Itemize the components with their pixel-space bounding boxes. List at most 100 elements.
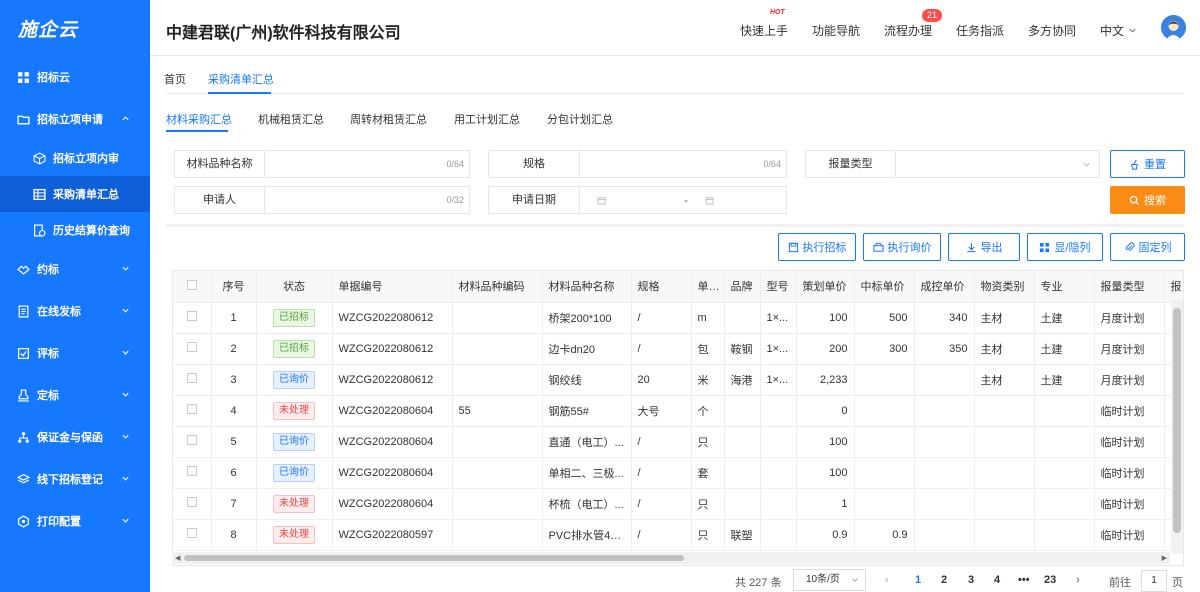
sidebar-item-award[interactable]: 定标 — [0, 374, 150, 416]
table-row[interactable]: 8 未处理 WZCG2022080597 PVC排水管45... / 只联塑 0.9 0.9 临… — [173, 519, 1183, 551]
page-size-select[interactable]: 10条/页 — [793, 569, 866, 591]
table-row[interactable]: 5 已询价 WZCG2022080604 直通（电工）... / 只 100 临时计划 — [173, 426, 1183, 458]
report-type-select[interactable]: 报量类型 — [805, 150, 1100, 178]
sidebar-item-zhaobiaoyun[interactable]: 招标云 — [0, 56, 150, 98]
row-checkbox[interactable] — [173, 333, 212, 365]
sidebar-item-offline-register[interactable]: 线下招标登记 — [0, 458, 150, 500]
horizontal-scrollbar[interactable]: ◀ ▶ — [172, 552, 1170, 564]
cell-brand: 海港 — [724, 364, 761, 396]
cell-model — [760, 395, 797, 427]
scroll-thumb[interactable] — [184, 555, 684, 561]
applicant-field[interactable]: 申请人 0/32 — [174, 186, 470, 214]
sidebar-item-purchase-summary[interactable]: 采购清单汇总 — [0, 176, 150, 212]
logo[interactable]: 施企云 — [0, 0, 150, 56]
sidebar-item-yuebiao[interactable]: 约标 — [0, 248, 150, 290]
table-row[interactable]: 7 未处理 WZCG2022080604 杯梳（电工）... / 只 1 临时计划 — [173, 488, 1183, 520]
cell-unit: 只 — [691, 519, 725, 551]
apply-date-range[interactable]: 申请日期 - — [488, 186, 787, 214]
logo-text: 施企云 — [18, 19, 79, 41]
cell-bid — [854, 426, 915, 458]
cell-plan: 1 — [796, 488, 855, 520]
sidebar-item-tender-review[interactable]: 招标立项内审 — [0, 140, 150, 176]
sidebar-item-evaluation[interactable]: 评标 — [0, 332, 150, 374]
page-3[interactable]: 3 — [968, 574, 974, 586]
sidebar-item-tender-apply[interactable]: 招标立项申请 — [0, 98, 150, 140]
prev-page-icon[interactable]: ‹ — [885, 574, 889, 586]
nav-quick-start[interactable]: 快速上手 HOT — [740, 9, 788, 39]
paperclip-icon — [1125, 241, 1135, 251]
nav-task-assign[interactable]: 任务指派 — [956, 22, 1004, 39]
tab-turnover-rental[interactable]: 周转材租赁汇总 — [350, 111, 427, 127]
cell-code: WZCG2022080612 — [332, 333, 453, 365]
tab-subcontract-plan[interactable]: 分包计划汇总 — [547, 111, 613, 127]
calendar-icon — [705, 197, 714, 205]
cell-cost — [914, 364, 975, 396]
sidebar-item-label: 在线发标 — [37, 306, 81, 318]
cell-cost: 340 — [914, 302, 975, 334]
goto-page-input[interactable]: 1 — [1141, 570, 1167, 592]
export-button[interactable]: 导出 — [948, 233, 1020, 261]
scroll-right-icon[interactable]: ▶ — [1162, 554, 1167, 562]
tab-labor-plan[interactable]: 用工计划汇总 — [454, 111, 520, 127]
status-cell: 未处理 — [256, 488, 333, 520]
breadcrumb-current[interactable]: 采购清单汇总 — [208, 71, 274, 87]
language-select[interactable]: 中文 — [1100, 22, 1124, 39]
row-checkbox[interactable] — [173, 457, 212, 489]
table-row[interactable]: 1 已招标 WZCG2022080612 桥架200*100/m 1×... 100 500… — [173, 302, 1183, 334]
cell-model — [760, 488, 797, 520]
cell-major: 土建 — [1034, 302, 1095, 334]
sidebar-item-deposit[interactable]: 保证金与保函 — [0, 416, 150, 458]
scroll-thumb[interactable] — [1173, 308, 1181, 533]
chevron-down-icon — [122, 350, 129, 355]
row-checkbox[interactable] — [173, 519, 212, 551]
select-all-checkbox[interactable] — [173, 271, 212, 303]
search-button[interactable]: 搜索 — [1110, 186, 1185, 214]
cell-unit: 只 — [691, 488, 725, 520]
vertical-scrollbar[interactable] — [1171, 300, 1183, 554]
table-row[interactable]: 6 已询价 WZCG2022080604 单相二、三极... / 套 100 临时计划 — [173, 457, 1183, 489]
scroll-left-icon[interactable]: ◀ — [175, 554, 180, 562]
page-2[interactable]: 2 — [941, 574, 947, 586]
tab-machine-rental[interactable]: 机械租赁汇总 — [258, 111, 324, 127]
cell-major — [1034, 426, 1095, 458]
avatar[interactable] — [1161, 15, 1186, 40]
cell-unit: 只 — [691, 426, 725, 458]
reset-button[interactable]: 重置 — [1110, 150, 1185, 178]
sidebar-item-print-config[interactable]: 打印配置 — [0, 500, 150, 542]
grid-icon — [16, 70, 30, 84]
nav-collaboration[interactable]: 多方协同 — [1028, 22, 1076, 39]
row-checkbox[interactable] — [173, 395, 212, 427]
page-4[interactable]: 4 — [994, 574, 1000, 586]
table-row[interactable]: 3 已询价 WZCG2022080612 钢绞线 20 米海港 1×... 2,233 主材 土建… — [173, 364, 1183, 396]
sidebar-item-online-release[interactable]: 在线发标 — [0, 290, 150, 332]
tab-material-purchase[interactable]: 材料采购汇总 — [166, 111, 232, 127]
nav-function-guide[interactable]: 功能导航 — [812, 22, 860, 39]
row-checkbox[interactable] — [173, 364, 212, 396]
cell-bid: 300 — [854, 333, 915, 365]
row-checkbox[interactable] — [173, 488, 212, 520]
status-badge: 未处理 — [273, 401, 315, 420]
execute-tender-button[interactable]: 执行招标 — [778, 233, 856, 261]
row-checkbox[interactable] — [173, 302, 212, 334]
row-checkbox[interactable] — [173, 426, 212, 458]
spec-field[interactable]: 规格 0/64 — [488, 150, 787, 178]
page-last[interactable]: 23 — [1044, 574, 1056, 586]
execute-inquiry-button[interactable]: 执行询价 — [863, 233, 941, 261]
cell-unit: 米 — [691, 364, 725, 396]
chevron-down-icon[interactable] — [1128, 26, 1137, 35]
nav-process[interactable]: 流程办理 21 — [884, 9, 943, 39]
table-row[interactable]: 2 已招标 WZCG2022080612 边卡dn20/包鞍钢 1×... 200 300 3… — [173, 333, 1183, 365]
sidebar-item-history-price[interactable]: 历史结算价查询 — [0, 212, 150, 248]
material-name-field[interactable]: 材料品种名称 0/64 — [174, 150, 470, 178]
cell-bid — [854, 395, 915, 427]
toggle-columns-button[interactable]: 显/隐列 — [1027, 233, 1103, 261]
cell-spec: 20 — [631, 364, 692, 396]
column-header: 策划单价 — [796, 271, 855, 303]
field-label: 申请人 — [175, 187, 265, 213]
table-row[interactable]: 4 未处理 WZCG2022080604 55 钢筋55# 大号个 0 临时计划 — [173, 395, 1183, 427]
page-ellipsis[interactable]: ••• — [1018, 574, 1030, 586]
next-page-icon[interactable]: › — [1076, 574, 1080, 586]
pin-columns-button[interactable]: 固定列 — [1110, 233, 1185, 261]
page-1[interactable]: 1 — [915, 574, 921, 586]
breadcrumb-home[interactable]: 首页 — [164, 71, 186, 87]
